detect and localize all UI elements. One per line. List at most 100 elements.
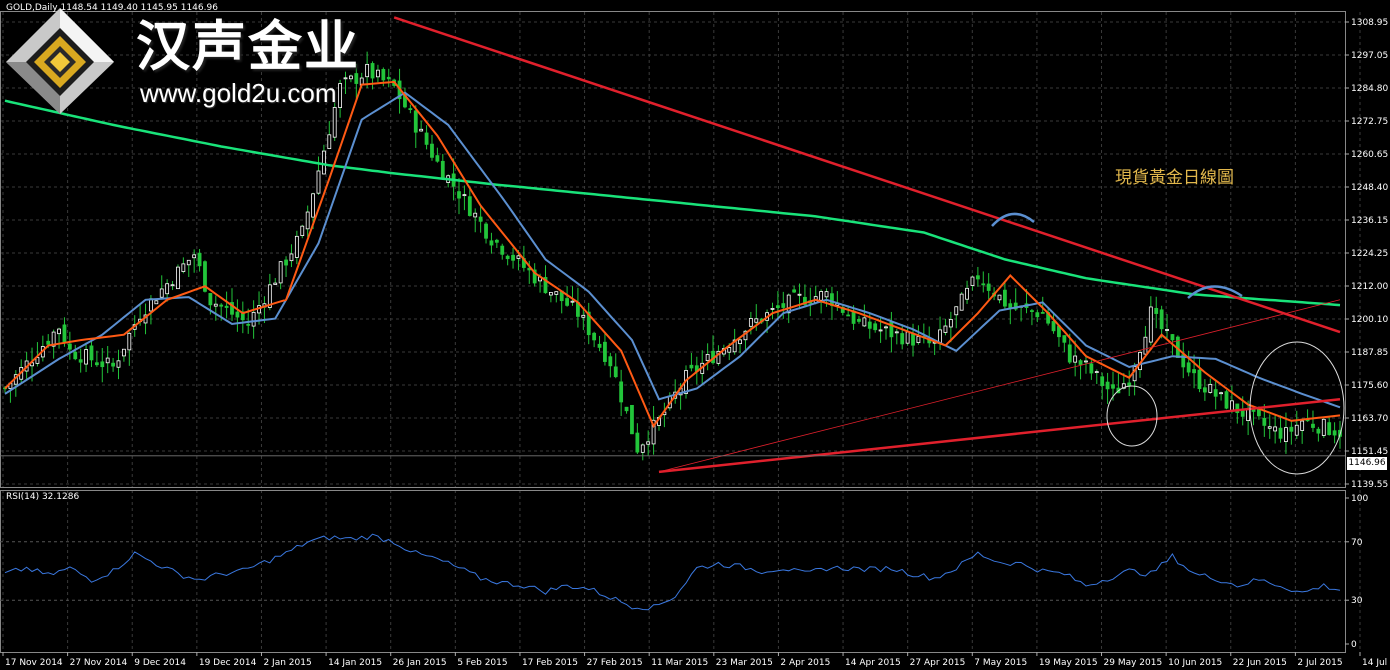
candle-body [608,356,613,367]
rsi-tick-label: 100 [1351,494,1368,504]
y-tick-label: 1212.00 [1351,282,1388,292]
candle-body [1084,360,1088,363]
candle-body [500,245,505,255]
candle-body [1289,426,1294,432]
chart-title-annotation: 現貨黃金日線圖 [1115,168,1234,188]
candle-body [792,289,797,293]
candle-body [127,332,132,351]
x-tick-label: 14 Apr 2015 [845,658,901,668]
candle-body [1165,329,1169,331]
candle-body [408,108,413,111]
x-tick-label: 14 Jul 2015 [1362,658,1390,668]
candle-body [67,343,72,350]
candle-body [1073,355,1078,363]
candle-body [970,276,975,286]
candle-body [1089,363,1094,374]
x-tick-label: 19 May 2015 [1039,658,1098,668]
candle-body [251,311,256,327]
y-tick-label: 1236.15 [1351,216,1388,226]
y-tick-label: 1139.55 [1351,480,1388,490]
candle-body [997,294,1002,301]
candle-body [959,293,964,311]
candle-body [1170,334,1175,341]
candle-body [1154,307,1159,314]
candle-body [419,128,424,132]
candle-body [84,349,88,365]
candle-body [900,333,905,345]
candle-body [435,155,440,162]
candle-body [775,305,780,309]
candle-body [630,404,634,435]
x-tick-label: 10 Jun 2015 [1168,658,1222,668]
candle-body [1278,427,1283,439]
candle-body [1111,384,1115,389]
candle-body [484,223,488,239]
candle-body [170,284,175,287]
x-tick-label: 22 Jun 2015 [1233,658,1287,668]
x-tick-label: 17 Nov 2014 [5,658,63,668]
x-tick-label: 9 Dec 2014 [134,658,186,668]
candle-body [176,266,180,290]
candle-body [1294,424,1299,436]
time-axis: 17 Nov 2014 27 Nov 2014 9 Dec 2014 19 Dec 2… [2,652,1390,668]
candle-body [159,288,164,298]
candle-body [165,283,170,295]
candle-body [473,212,478,218]
brand-url[interactable]: www.gold2u.com [140,78,337,109]
candle-body [370,63,375,79]
rsi-tick-label: 0 [1351,640,1357,650]
candle-body [89,345,94,361]
candle-body [1267,426,1272,429]
candle-body [365,63,370,78]
candle-body [954,306,959,316]
candle-body [1035,312,1040,318]
candle-body [197,252,202,267]
candle-body [424,132,429,145]
candle-body [1202,387,1207,393]
candle-body [948,319,953,328]
price-axis: 1308.95 1297.05 1284.80 1272.75 1260.65 1248.… [1345,18,1388,490]
x-tick-label: 27 Feb 2015 [587,658,643,668]
candle-body [1062,335,1067,343]
candle-body [489,240,494,246]
candle-body [857,319,861,322]
x-tick-label: 26 Jan 2015 [393,658,447,668]
candle-body [603,341,607,362]
y-tick-label: 1308.95 [1351,18,1388,28]
candle-body [289,253,294,262]
candle-body [186,259,191,266]
trendline [658,299,1341,473]
candle-body [327,134,332,150]
candle-body [819,291,824,301]
y-tick-label: 1187.85 [1351,348,1388,358]
candle-body [1208,383,1213,393]
candle-body [646,441,651,445]
candle-body [219,304,224,307]
candle-body [305,211,310,230]
candle-body [1311,423,1315,428]
rsi-tick-label: 30 [1351,596,1363,606]
candle-body [1284,427,1288,442]
candle-body [1332,430,1337,436]
y-tick-label: 1284.80 [1351,84,1388,94]
candle-body [548,292,553,296]
y-tick-label: 1163.70 [1351,414,1388,424]
rsi-label: RSI(14) 32.1286 [6,492,80,502]
candle-body [1148,306,1153,343]
candle-body [94,362,99,366]
candle-body [770,308,775,310]
candle-body [965,287,969,300]
candle-body [1327,422,1332,436]
candle-body [846,314,851,317]
x-tick-label: 11 Mar 2015 [651,658,708,668]
x-tick-label: 27 Nov 2014 [70,658,128,668]
candle-body [105,357,110,364]
x-tick-label: 17 Feb 2015 [522,658,578,668]
candle-body [554,291,559,295]
candle-body [505,255,510,260]
candle-body [1094,371,1099,373]
candle-body [975,275,980,280]
candle-body [57,328,61,335]
candle-body [316,170,321,194]
candle-body [1273,426,1278,432]
